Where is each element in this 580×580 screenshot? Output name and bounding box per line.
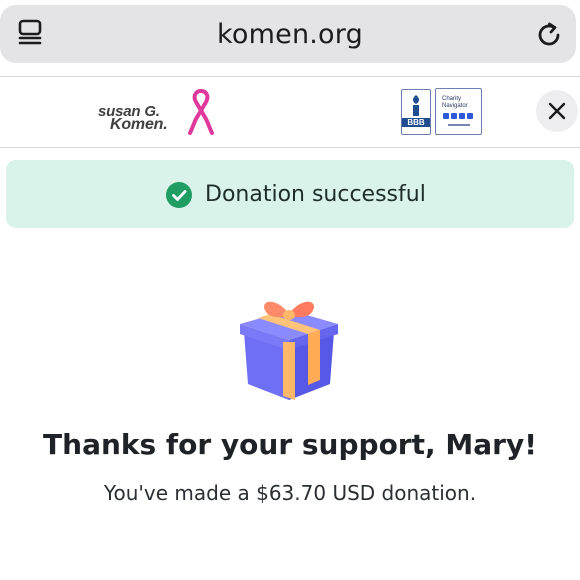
charity-navigator-label: Charity Navigator <box>442 96 468 110</box>
bbb-torch-icon <box>413 95 419 116</box>
star-icon <box>467 113 473 119</box>
tabs-overview-button[interactable] <box>12 14 48 50</box>
browser-url-bar: komen.org <box>0 0 580 70</box>
donation-message: You've made a $63.70 USD donation. <box>103 481 477 505</box>
thanks-heading: Thanks for your support, Mary! <box>43 428 537 461</box>
charity-navigator-line2: Navigator <box>442 103 468 109</box>
charity-navigator-underline <box>448 124 470 126</box>
close-button[interactable] <box>536 90 578 132</box>
bbb-label: BBB <box>402 118 430 127</box>
charity-navigator-badge[interactable]: Charity Navigator <box>435 88 482 135</box>
star-icon <box>443 113 449 119</box>
pink-ribbon-icon <box>188 89 214 135</box>
susan-g-komen-logo[interactable]: susan G. Komen. <box>96 85 222 139</box>
brand-line2: Komen. <box>110 116 168 133</box>
star-icon <box>451 113 457 119</box>
charity-navigator-line1: Charity <box>442 96 462 102</box>
close-icon <box>548 102 566 120</box>
site-header: susan G. Komen. BBB Charity Navigator <box>0 77 580 147</box>
charity-navigator-stars <box>443 113 473 119</box>
reload-button[interactable] <box>530 16 568 54</box>
check-circle-icon <box>166 182 192 208</box>
header-divider-bottom <box>0 147 580 148</box>
success-message: Donation successful <box>205 182 426 207</box>
url-pill[interactable] <box>0 5 576 63</box>
reload-icon <box>538 22 560 46</box>
page: komen.org susan G. Komen. BBB Charity Na… <box>0 0 580 580</box>
gift-icon <box>240 301 338 400</box>
bbb-accredited-badge[interactable]: BBB <box>401 89 431 135</box>
star-icon <box>459 113 465 119</box>
tabs-overview-icon <box>18 19 42 45</box>
